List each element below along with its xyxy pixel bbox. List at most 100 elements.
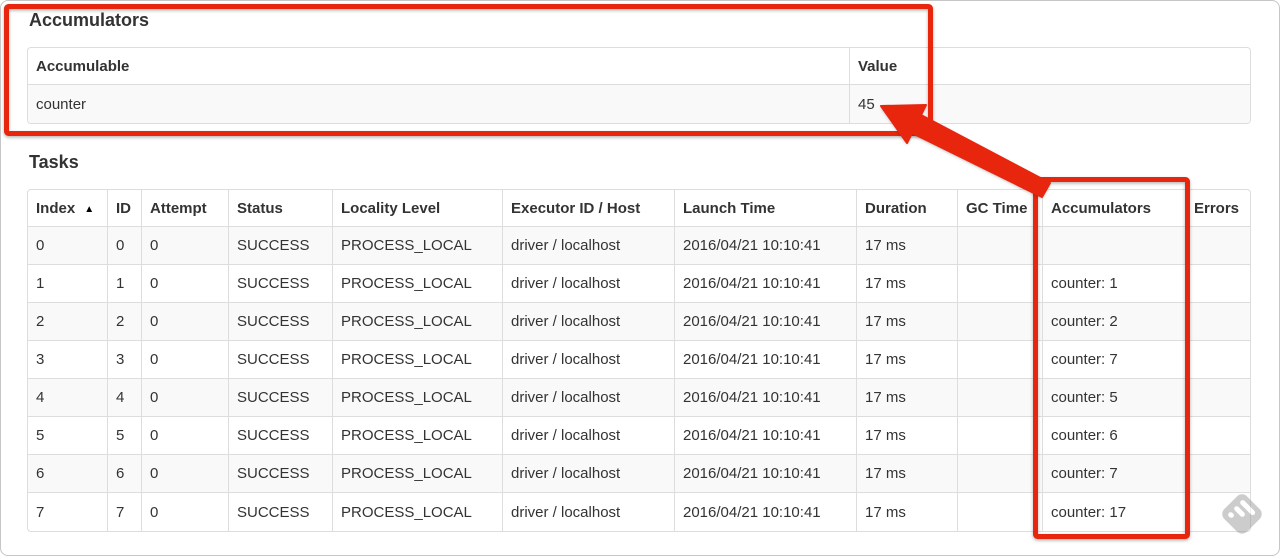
task-row: 2 2 0 SUCCESS PROCESS_LOCAL driver / loc… xyxy=(28,303,1250,341)
task-cell-duration: 17 ms xyxy=(857,455,958,493)
task-cell-duration: 17 ms xyxy=(857,493,958,531)
task-cell-errors xyxy=(1186,455,1250,493)
task-cell-id: 4 xyxy=(108,379,142,417)
task-cell-status: SUCCESS xyxy=(229,493,333,531)
task-cell-id: 6 xyxy=(108,455,142,493)
task-cell-executor: driver / localhost xyxy=(503,493,675,531)
col-header-accumulators[interactable]: Accumulators xyxy=(1043,190,1186,227)
task-cell-id: 1 xyxy=(108,265,142,303)
task-row: 5 5 0 SUCCESS PROCESS_LOCAL driver / loc… xyxy=(28,417,1250,455)
accumulable-row: counter 45 xyxy=(28,85,1250,123)
task-cell-index: 3 xyxy=(28,341,108,379)
col-header-executor-id-host[interactable]: Executor ID / Host xyxy=(503,190,675,227)
task-row: 3 3 0 SUCCESS PROCESS_LOCAL driver / loc… xyxy=(28,341,1250,379)
task-cell-status: SUCCESS xyxy=(229,341,333,379)
task-cell-gc-time xyxy=(958,455,1043,493)
task-cell-id: 7 xyxy=(108,493,142,531)
task-cell-duration: 17 ms xyxy=(857,227,958,265)
task-cell-gc-time xyxy=(958,417,1043,455)
tasks-section-heading: Tasks xyxy=(29,152,79,172)
task-cell-errors xyxy=(1186,341,1250,379)
task-cell-gc-time xyxy=(958,265,1043,303)
task-cell-status: SUCCESS xyxy=(229,417,333,455)
task-cell-executor: driver / localhost xyxy=(503,303,675,341)
task-cell-executor: driver / localhost xyxy=(503,341,675,379)
task-row: 0 0 0 SUCCESS PROCESS_LOCAL driver / loc… xyxy=(28,227,1250,265)
task-cell-index: 1 xyxy=(28,265,108,303)
task-cell-accumulators: counter: 7 xyxy=(1043,455,1186,493)
task-cell-status: SUCCESS xyxy=(229,265,333,303)
task-cell-launch-time: 2016/04/21 10:10:41 xyxy=(675,379,857,417)
accumulators-table: Accumulable Value counter 45 xyxy=(27,47,1251,124)
task-cell-attempt: 0 xyxy=(142,493,229,531)
task-cell-locality: PROCESS_LOCAL xyxy=(333,379,503,417)
task-cell-id: 2 xyxy=(108,303,142,341)
task-cell-gc-time xyxy=(958,379,1043,417)
task-cell-gc-time xyxy=(958,493,1043,531)
task-cell-locality: PROCESS_LOCAL xyxy=(333,417,503,455)
col-header-accumulable: Accumulable xyxy=(28,48,850,85)
task-cell-executor: driver / localhost xyxy=(503,417,675,455)
task-cell-locality: PROCESS_LOCAL xyxy=(333,303,503,341)
task-cell-locality: PROCESS_LOCAL xyxy=(333,265,503,303)
task-cell-status: SUCCESS xyxy=(229,227,333,265)
task-cell-accumulators: counter: 1 xyxy=(1043,265,1186,303)
task-cell-accumulators xyxy=(1043,227,1186,265)
task-cell-accumulators: counter: 6 xyxy=(1043,417,1186,455)
sort-ascending-icon: ▲ xyxy=(84,203,95,215)
task-cell-accumulators: counter: 7 xyxy=(1043,341,1186,379)
cell-accumulable-value: 45 xyxy=(850,85,1250,123)
task-cell-launch-time: 2016/04/21 10:10:41 xyxy=(675,227,857,265)
task-cell-index: 2 xyxy=(28,303,108,341)
task-cell-accumulators: counter: 5 xyxy=(1043,379,1186,417)
task-cell-status: SUCCESS xyxy=(229,303,333,341)
task-cell-locality: PROCESS_LOCAL xyxy=(333,341,503,379)
task-cell-id: 5 xyxy=(108,417,142,455)
task-cell-errors xyxy=(1186,379,1250,417)
task-cell-launch-time: 2016/04/21 10:10:41 xyxy=(675,455,857,493)
col-header-gc-time[interactable]: GC Time xyxy=(958,190,1043,227)
col-header-locality-level[interactable]: Locality Level xyxy=(333,190,503,227)
task-cell-executor: driver / localhost xyxy=(503,379,675,417)
task-cell-launch-time: 2016/04/21 10:10:41 xyxy=(675,493,857,531)
col-header-attempt[interactable]: Attempt xyxy=(142,190,229,227)
task-cell-attempt: 0 xyxy=(142,303,229,341)
task-cell-status: SUCCESS xyxy=(229,455,333,493)
col-header-status[interactable]: Status xyxy=(229,190,333,227)
col-header-launch-time[interactable]: Launch Time xyxy=(675,190,857,227)
task-cell-index: 5 xyxy=(28,417,108,455)
task-cell-locality: PROCESS_LOCAL xyxy=(333,455,503,493)
task-row: 1 1 0 SUCCESS PROCESS_LOCAL driver / loc… xyxy=(28,265,1250,303)
task-cell-errors xyxy=(1186,493,1250,531)
task-cell-attempt: 0 xyxy=(142,265,229,303)
col-header-value: Value xyxy=(850,48,1250,85)
col-header-index[interactable]: Index ▲ xyxy=(28,190,108,227)
task-cell-errors xyxy=(1186,303,1250,341)
task-cell-id: 0 xyxy=(108,227,142,265)
task-cell-index: 6 xyxy=(28,455,108,493)
cell-accumulable-name: counter xyxy=(28,85,850,123)
tasks-table: Index ▲ ID Attempt Status Locality Level … xyxy=(27,189,1251,532)
task-row: 4 4 0 SUCCESS PROCESS_LOCAL driver / loc… xyxy=(28,379,1250,417)
task-cell-duration: 17 ms xyxy=(857,265,958,303)
task-cell-launch-time: 2016/04/21 10:10:41 xyxy=(675,341,857,379)
task-cell-accumulators: counter: 2 xyxy=(1043,303,1186,341)
task-cell-status: SUCCESS xyxy=(229,379,333,417)
spark-stage-detail-page: Accumulators Accumulable Value counter 4… xyxy=(0,0,1280,556)
accumulators-section-heading: Accumulators xyxy=(29,10,150,30)
task-cell-locality: PROCESS_LOCAL xyxy=(333,227,503,265)
task-cell-launch-time: 2016/04/21 10:10:41 xyxy=(675,303,857,341)
task-cell-attempt: 0 xyxy=(142,379,229,417)
task-cell-duration: 17 ms xyxy=(857,417,958,455)
task-cell-gc-time xyxy=(958,227,1043,265)
col-header-id[interactable]: ID xyxy=(108,190,142,227)
task-cell-attempt: 0 xyxy=(142,341,229,379)
task-cell-attempt: 0 xyxy=(142,227,229,265)
task-cell-launch-time: 2016/04/21 10:10:41 xyxy=(675,265,857,303)
task-cell-attempt: 0 xyxy=(142,455,229,493)
task-cell-executor: driver / localhost xyxy=(503,265,675,303)
col-header-errors[interactable]: Errors xyxy=(1186,190,1250,227)
col-header-index-label: Index xyxy=(36,199,76,217)
col-header-duration[interactable]: Duration xyxy=(857,190,958,227)
task-row: 7 7 0 SUCCESS PROCESS_LOCAL driver / loc… xyxy=(28,493,1250,531)
